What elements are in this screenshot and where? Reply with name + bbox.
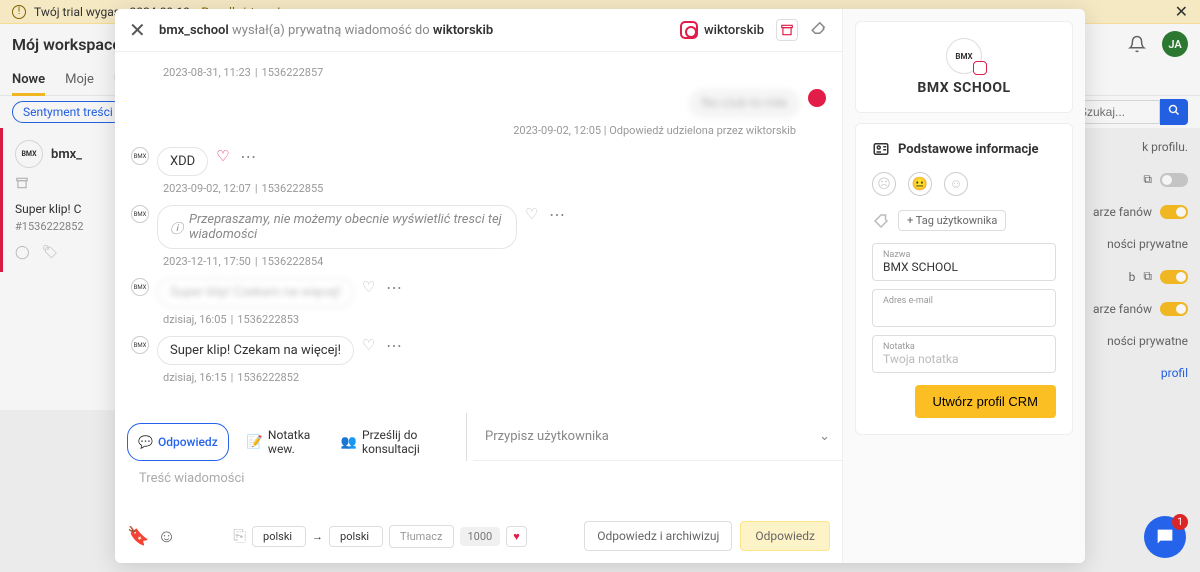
- instagram-icon: [680, 21, 698, 39]
- message-row-received: No-club-to-ride: [131, 89, 826, 118]
- add-tag-button[interactable]: + Tag użytkownika: [898, 210, 1006, 231]
- eraser-icon[interactable]: [810, 19, 828, 41]
- heart-icon[interactable]: ♡: [216, 147, 232, 163]
- chat-badge: 1: [1172, 514, 1188, 530]
- arrow-right-icon: →: [312, 530, 323, 543]
- more-icon[interactable]: ⋯: [386, 278, 403, 297]
- message-meta: dzisiaj, 16:15|1536222852: [163, 371, 826, 384]
- message-bubble-info: ⓘ Przepraszamy, nie możemy obecnie wyświ…: [157, 205, 517, 249]
- sentiment-neutral[interactable]: 😐: [908, 172, 932, 196]
- sentiment-sad[interactable]: ☹: [872, 172, 896, 196]
- chevron-down-icon: ⌄: [819, 429, 830, 444]
- name-field[interactable]: Nazwa BMX SCHOOL: [872, 243, 1056, 281]
- profile-sidebar: BMX BMX SCHOOL Podstawowe informacje ☹ 😐…: [843, 9, 1085, 563]
- heart-toggle[interactable]: ♥: [506, 526, 527, 547]
- char-counter: 1000: [460, 527, 501, 546]
- sentiment-picker: ☹ 😐 ☺: [872, 172, 1056, 196]
- basic-info-card: Podstawowe informacje ☹ 😐 ☺ + Tag użytko…: [855, 123, 1073, 435]
- name-label: Nazwa: [883, 250, 1045, 260]
- heart-icon[interactable]: ♡: [362, 336, 378, 352]
- composer-toolbar: 🔖 ☺ ⎘ polski → polski Tłumacz 1000 ♥ Odp…: [115, 513, 842, 563]
- more-icon[interactable]: ⋯: [549, 205, 566, 224]
- composer-tabs: 💬Odpowiedz 📝Notatka wew. 👥Prześlij do ko…: [115, 413, 460, 461]
- message-bubble: No-club-to-ride: [689, 89, 800, 118]
- info-icon: ⓘ: [170, 218, 183, 237]
- email-label: Adres e-mail: [883, 296, 1045, 306]
- target-lang[interactable]: polski: [329, 526, 383, 547]
- reply-meta: 2023-09-02, 12:05 | Odpowiedź udzielona …: [131, 124, 796, 137]
- bmx-avatar-icon: BMX: [131, 336, 149, 354]
- basic-info-title: Podstawowe informacje: [872, 140, 1056, 158]
- message-bubble: XDD: [157, 147, 208, 176]
- message-row-sent: BMX ⓘ Przepraszamy, nie możemy obecnie w…: [131, 205, 826, 249]
- create-crm-button[interactable]: Utwórz profil CRM: [915, 385, 1056, 418]
- bookmark-icon[interactable]: 🔖: [127, 526, 149, 547]
- conversation-modal: ✕ bmx_school wysłał(a) prywatną wiadomoś…: [115, 9, 1085, 563]
- more-icon[interactable]: ⋯: [386, 336, 403, 355]
- chat-icon: [1154, 526, 1176, 548]
- message-bubble: Super klip! Czekam na więcej!: [157, 278, 354, 307]
- profile-logo: BMX: [946, 38, 982, 74]
- user-avatar-icon: [808, 89, 826, 107]
- sentiment-happy[interactable]: ☺: [944, 172, 968, 196]
- intercom-chat-button[interactable]: 1: [1144, 516, 1186, 558]
- modal-header: ✕ bmx_school wysłał(a) prywatną wiadomoś…: [115, 9, 842, 52]
- reply-button[interactable]: Odpowiedz: [740, 521, 830, 551]
- message-row-sent: BMX XDD ♡ ⋯: [131, 147, 826, 176]
- instagram-badge-icon: [973, 61, 987, 75]
- note-label: Notatka: [883, 342, 1045, 352]
- modal-title: bmx_school wysłał(a) prywatną wiadomość …: [159, 23, 493, 38]
- close-icon[interactable]: ✕: [129, 21, 147, 39]
- profile-name: BMX SCHOOL: [872, 80, 1056, 96]
- note-icon: 📝: [247, 435, 263, 450]
- emoji-icon[interactable]: ☺: [157, 526, 175, 547]
- message-meta: 2023-12-11, 17:50|1536222854: [163, 255, 826, 268]
- more-icon[interactable]: ⋯: [240, 147, 257, 166]
- assign-user-select[interactable]: Przypisz użytkownika ⌄: [473, 413, 842, 461]
- composer-tab-note[interactable]: 📝Notatka wew.: [237, 423, 323, 461]
- box-icon: [780, 23, 794, 37]
- message-meta: 2023-08-31, 11:23|1536222857: [163, 66, 826, 79]
- consult-icon: 👥: [341, 435, 357, 450]
- id-card-icon: [872, 140, 890, 158]
- message-bubble: Super klip! Czekam na więcej!: [157, 336, 354, 365]
- reply-archive-button[interactable]: Odpowiedz i archiwizuj: [584, 521, 732, 551]
- message-meta: dzisiaj, 16:05|1536222853: [163, 313, 826, 326]
- user-profile-link[interactable]: wiktorskib: [680, 21, 764, 39]
- translate-icon: ⎘: [233, 526, 246, 546]
- heart-icon[interactable]: ♡: [525, 205, 541, 221]
- bmx-avatar-icon: BMX: [131, 147, 149, 165]
- tag-icon: [872, 212, 890, 230]
- message-row-sent: BMX Super klip! Czekam na więcej! ♡ ⋯: [131, 336, 826, 365]
- bmx-avatar-icon: BMX: [131, 278, 149, 296]
- note-field[interactable]: Notatka Twoja notatka: [872, 335, 1056, 373]
- note-placeholder: Twoja notatka: [883, 352, 1045, 366]
- chat-icon: 💬: [138, 435, 153, 449]
- messages-list: 2023-08-31, 11:23|1536222857 No-club-to-…: [115, 52, 842, 413]
- profile-card: BMX BMX SCHOOL: [855, 21, 1073, 113]
- bmx-avatar-icon: BMX: [131, 205, 149, 223]
- archive-button[interactable]: [776, 19, 798, 41]
- message-textarea[interactable]: Treść wiadomości: [127, 461, 830, 513]
- message-meta: 2023-09-02, 12:07|1536222855: [163, 182, 826, 195]
- composer-tab-reply[interactable]: 💬Odpowiedz: [127, 423, 229, 461]
- name-value: BMX SCHOOL: [883, 260, 1045, 274]
- email-field[interactable]: Adres e-mail: [872, 289, 1056, 327]
- message-row-sent: BMX Super klip! Czekam na więcej! ♡ ⋯: [131, 278, 826, 307]
- heart-icon[interactable]: ♡: [362, 278, 378, 294]
- translate-button[interactable]: Tłumacz: [389, 525, 453, 548]
- modal-overlay: ✕ bmx_school wysłał(a) prywatną wiadomoś…: [0, 0, 1200, 572]
- composer-tab-consult[interactable]: 👥Prześlij do konsultacji: [331, 423, 448, 461]
- source-lang[interactable]: polski: [252, 526, 306, 547]
